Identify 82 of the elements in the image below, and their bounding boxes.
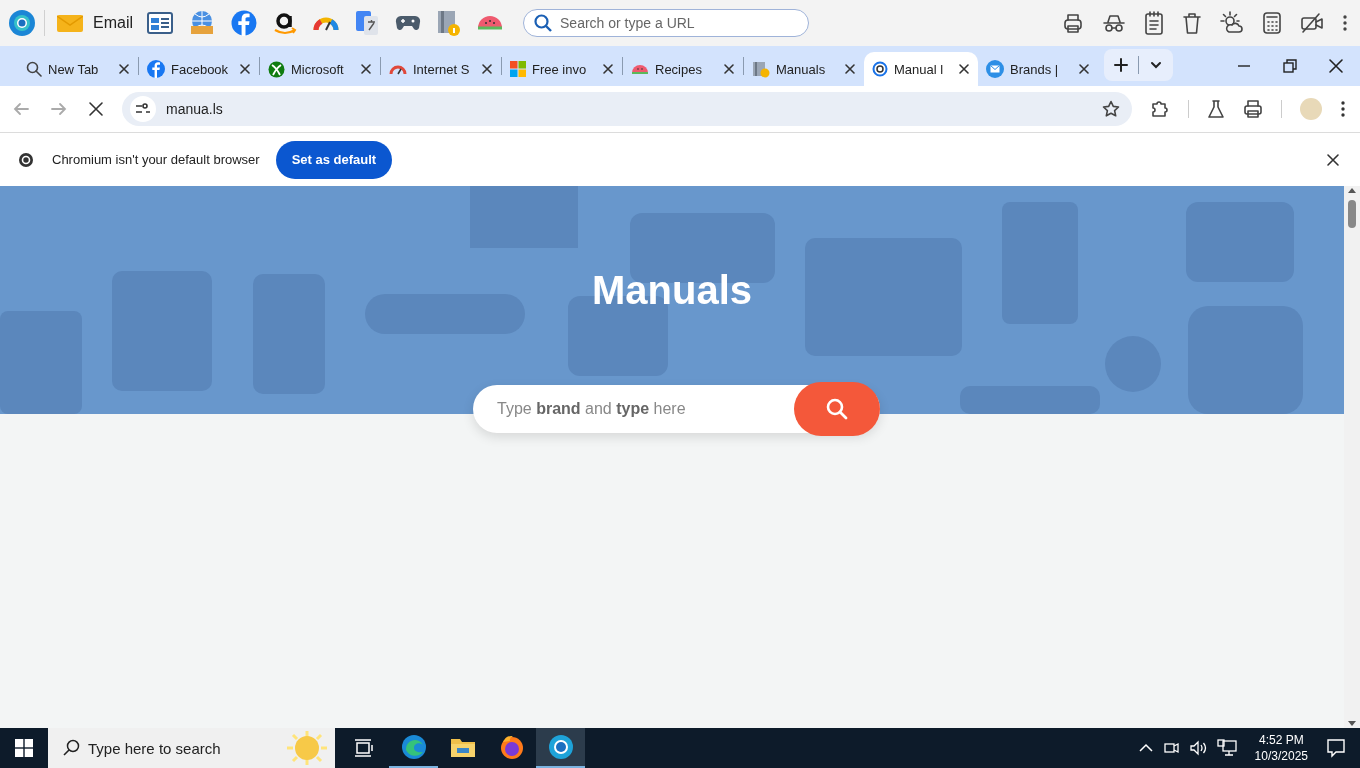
chevron-up-icon[interactable]: [1138, 743, 1153, 753]
close-icon[interactable]: [1326, 152, 1340, 167]
browser-tab[interactable]: Manual l: [864, 52, 978, 86]
tune-icon: [135, 102, 151, 116]
watermelon-icon[interactable]: [477, 15, 503, 31]
envelope-icon: [57, 13, 83, 33]
clock-date[interactable]: 10/3/2025: [1254, 748, 1308, 764]
book-icon[interactable]: [437, 9, 461, 37]
brand-search-field[interactable]: Type brand and type here: [473, 385, 880, 433]
browser-logo-icon: [18, 151, 34, 168]
close-icon[interactable]: [958, 63, 970, 75]
trash-icon[interactable]: [1182, 12, 1202, 34]
star-icon[interactable]: [1102, 100, 1120, 118]
scrollbar-thumb[interactable]: [1348, 200, 1356, 228]
camera-off-icon[interactable]: [1300, 12, 1324, 34]
search-icon: [534, 14, 552, 32]
task-view-icon[interactable]: [354, 739, 374, 757]
puzzle-icon[interactable]: [1150, 99, 1170, 119]
close-icon[interactable]: [723, 63, 735, 75]
notepad-icon[interactable]: [1144, 11, 1164, 35]
site-info-button[interactable]: [130, 96, 156, 122]
close-icon[interactable]: [602, 63, 614, 75]
search-icon: [26, 61, 42, 77]
browser-tab[interactable]: Recipes: [623, 52, 743, 86]
taskbar-search-field[interactable]: Type here to search: [48, 728, 335, 768]
menu-icon[interactable]: [1342, 14, 1348, 32]
calculator-icon[interactable]: [1262, 11, 1282, 35]
browser-tab[interactable]: Internet S: [381, 52, 501, 86]
social-logo-icon[interactable]: [231, 10, 257, 36]
game-logo-icon: [268, 60, 285, 78]
browser-tab[interactable]: Facebook: [139, 52, 259, 86]
printer-icon[interactable]: [1243, 99, 1263, 119]
social-logo-icon: [147, 60, 165, 78]
windows-logo-icon: [510, 61, 526, 77]
scrollbar[interactable]: [1344, 186, 1360, 728]
browser-tab[interactable]: Microsoft: [260, 52, 380, 86]
search-button[interactable]: [794, 382, 880, 436]
windows-logo-icon: [15, 739, 33, 757]
browser-tab[interactable]: Manuals: [744, 52, 864, 86]
stop-icon[interactable]: [88, 101, 104, 117]
watermelon-icon: [631, 63, 649, 75]
email-shortcut[interactable]: Email: [57, 13, 133, 33]
translate-icon[interactable]: [355, 10, 379, 36]
browser-tab[interactable]: New Tab: [18, 52, 138, 86]
search-icon: [826, 398, 848, 420]
book-icon: [752, 60, 770, 78]
restore-icon[interactable]: [1282, 58, 1298, 74]
fox-browser-icon: [498, 734, 525, 760]
taskbar-app[interactable]: [536, 728, 585, 768]
close-icon[interactable]: [1328, 58, 1344, 74]
infobar-message: Chromium isn't your default browser: [52, 152, 260, 167]
mail-icon: [986, 60, 1004, 78]
url-search-field[interactable]: Search or type a URL: [523, 9, 809, 37]
page-title: Manuals: [591, 267, 752, 314]
printer-icon[interactable]: [1062, 12, 1084, 34]
search-icon: [62, 739, 80, 757]
notification-icon[interactable]: [1326, 738, 1346, 758]
flask-icon[interactable]: [1207, 99, 1225, 119]
volume-icon[interactable]: [1188, 740, 1207, 756]
set-default-button[interactable]: Set as default: [275, 140, 393, 179]
shop-logo-icon[interactable]: [273, 10, 297, 36]
browser-icon: [400, 734, 427, 760]
weather-icon[interactable]: [1220, 11, 1244, 35]
newspaper-icon[interactable]: [147, 11, 173, 35]
address-bar[interactable]: manua.ls: [122, 92, 1132, 126]
browser-logo-icon[interactable]: [8, 9, 36, 37]
close-icon[interactable]: [481, 63, 493, 75]
browser-tab[interactable]: Brands |: [978, 52, 1098, 86]
close-icon[interactable]: [239, 63, 251, 75]
close-icon[interactable]: [118, 63, 130, 75]
globe-icon[interactable]: [189, 10, 215, 36]
clock-time[interactable]: 4:52 PM: [1258, 732, 1304, 748]
menu-icon[interactable]: [1340, 100, 1346, 118]
close-icon[interactable]: [1078, 63, 1090, 75]
close-icon[interactable]: [844, 63, 856, 75]
incognito-icon[interactable]: [1102, 13, 1126, 33]
browser-tab[interactable]: Free invo: [502, 52, 622, 86]
network-icon[interactable]: [1216, 739, 1237, 757]
gamepad-icon[interactable]: [395, 14, 421, 32]
browser-icon: [547, 734, 574, 760]
close-icon[interactable]: [360, 63, 372, 75]
spinner-icon: [872, 61, 888, 77]
